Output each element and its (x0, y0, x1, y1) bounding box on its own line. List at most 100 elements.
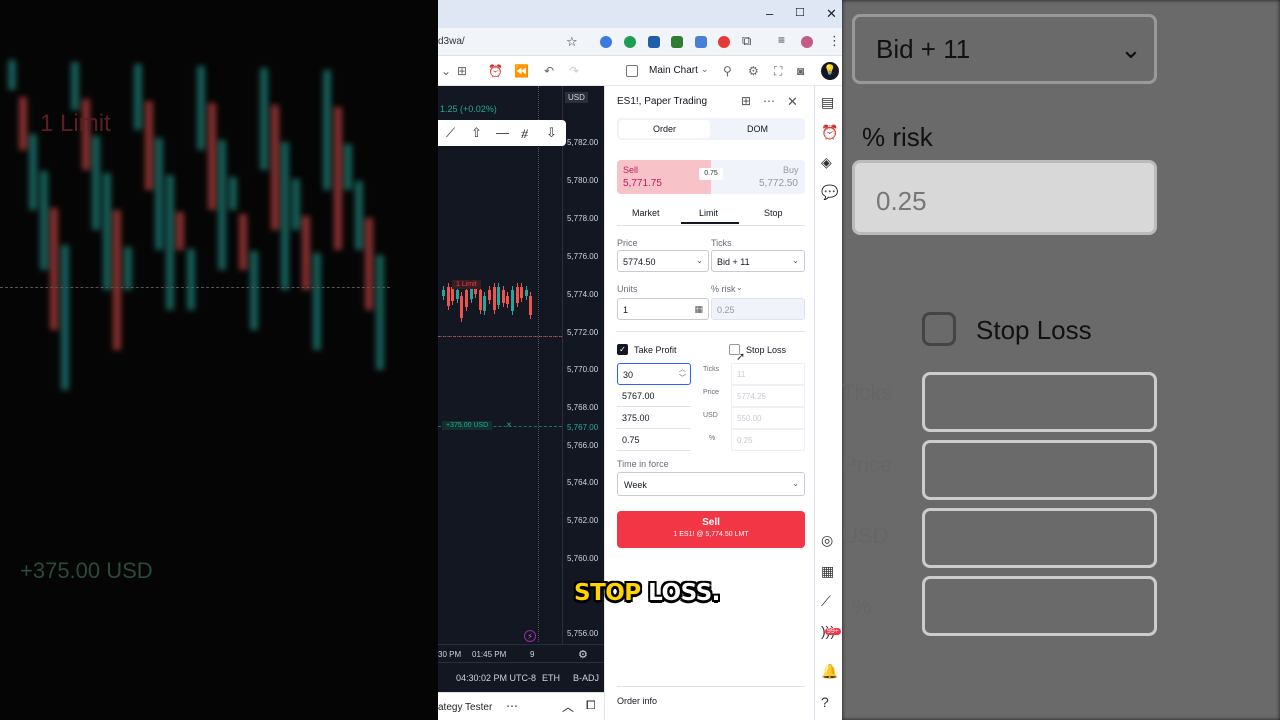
sl-usd-input[interactable]: 550.00 (731, 407, 805, 429)
risk-chevron-icon[interactable]: ⌄ (736, 283, 743, 292)
extensions-puzzle-icon[interactable]: ⧉ (742, 33, 751, 49)
close-window-button[interactable]: ✕ (826, 6, 837, 22)
price-input[interactable]: 5774.50 ⌄ (617, 250, 709, 272)
alert-icon[interactable]: ⏰ (488, 64, 503, 78)
search-icon[interactable]: ⚲ (723, 64, 732, 78)
profile-avatar[interactable] (801, 36, 813, 48)
sl-pct-input[interactable]: 0.25 (731, 429, 805, 451)
risk-input[interactable]: 0.25 (711, 298, 805, 320)
session-label[interactable]: ETH (542, 673, 560, 683)
price-tick-tp: 5,767.00 (567, 423, 599, 432)
calendar-icon[interactable]: ▦ (821, 563, 834, 580)
take-profit-tag[interactable]: +375.00 USD (442, 421, 493, 430)
publish-idea-icon[interactable]: 💡 (821, 62, 839, 80)
buy-label[interactable]: Buy (783, 165, 799, 175)
take-profit-checkbox[interactable]: ✓ (617, 344, 628, 355)
fib-icon[interactable]: ⧣ (521, 125, 528, 141)
candlestick (524, 290, 528, 296)
time-in-force-select[interactable]: Week ⌄ (617, 472, 805, 496)
more-options-icon[interactable]: ⋯ (763, 94, 775, 108)
stop-loss-label[interactable]: Stop Loss (746, 345, 786, 355)
tab-dom[interactable]: DOM (712, 120, 803, 138)
spread-value: 0.75 (699, 168, 723, 180)
place-sell-order-button[interactable]: Sell 1 ES1! @ 5,774.50 LMT (617, 511, 805, 548)
arrow-down-icon[interactable]: ⇩ (546, 125, 557, 141)
backdrop-candle (8, 60, 16, 90)
camera-icon[interactable]: ◙ (797, 64, 804, 78)
layout-icon[interactable]: ⊞ (741, 94, 751, 108)
trend-line-icon[interactable]: ⟋ (446, 125, 455, 141)
sell-label: Sell (623, 165, 639, 175)
undo-icon[interactable]: ↶ (544, 64, 554, 78)
layout-icon[interactable] (626, 65, 638, 77)
bell-icon[interactable]: 🔔 (821, 663, 838, 680)
tp-pct-input[interactable]: 0.75 (617, 429, 691, 451)
arrow-up-icon[interactable]: ⇧ (471, 125, 482, 141)
replay-icon[interactable]: ⏪ (514, 64, 529, 78)
strategy-tester-tab[interactable]: ategy Tester (438, 702, 492, 713)
time-axis[interactable]: 30 PM 01:45 PM 9 ⚙ (438, 644, 604, 662)
sl-pct-value: 0.25 (737, 436, 753, 445)
layers-icon[interactable]: ◈ (821, 154, 832, 171)
axis-settings-icon[interactable]: ⚙ (578, 648, 588, 661)
stepper-icon[interactable]: ︿ ﹀ (679, 365, 686, 383)
risk-label[interactable]: % risk (711, 284, 736, 294)
help-icon[interactable]: ? (821, 694, 829, 710)
target-icon[interactable]: ◎ (821, 532, 833, 549)
extension-icon-1[interactable] (600, 36, 612, 48)
price-tick: 5,772.00 (567, 328, 599, 337)
minimize-button[interactable]: – (766, 6, 773, 21)
order-info-header[interactable]: Order info (617, 696, 657, 706)
settings-gear-icon[interactable]: ⚙ (748, 64, 759, 78)
tp-price-input[interactable]: 5767.00 (617, 385, 691, 407)
extension-icon-6[interactable] (718, 36, 730, 48)
currency-label[interactable]: USD (565, 92, 588, 103)
tab-limit[interactable]: Limit (699, 208, 718, 218)
horizontal-line-icon[interactable]: — (496, 125, 509, 140)
candlestick (446, 287, 450, 306)
maximize-panel-icon[interactable]: ⧠ (586, 698, 596, 713)
more-icon[interactable]: ⋯ (506, 699, 518, 713)
alarm-clock-icon[interactable]: ⏰ (821, 124, 838, 141)
take-profit-label[interactable]: Take Profit (634, 345, 677, 355)
tab-order[interactable]: Order (619, 120, 710, 138)
extension-icon-5[interactable] (695, 36, 707, 48)
tab-stop[interactable]: Stop (764, 208, 783, 218)
chart-line-icon[interactable]: ⟋ (821, 593, 831, 610)
extension-icon-2[interactable] (624, 36, 636, 48)
take-profit-close-icon[interactable]: ✕ (506, 421, 512, 429)
extension-icon-4[interactable] (671, 36, 683, 48)
browser-menu-icon[interactable]: ⋮ (828, 33, 841, 49)
tab-market[interactable]: Market (632, 208, 660, 218)
extension-icon-3[interactable] (648, 36, 660, 48)
drawing-toolbar: ⟋ ⇧ — ⧣ ⇩ (438, 120, 566, 146)
tif-value: Week (624, 480, 647, 490)
clock-readout[interactable]: 04:30:02 PM UTC-8 (456, 673, 536, 683)
tp-usd-input[interactable]: 375.00 (617, 407, 691, 429)
fullscreen-icon[interactable]: ⛶ (774, 64, 782, 79)
price-axis[interactable]: USD 5,782.00 5,780.00 5,778.00 5,776.00 … (562, 86, 604, 662)
bookmark-star-icon[interactable]: ☆ (566, 34, 578, 50)
media-icon[interactable]: ≡ (778, 33, 785, 47)
price-chart[interactable]: 1.25 (+0.02%) 1 Limit +375.00 USD ✕ USD … (438, 86, 604, 662)
sl-ticks-input[interactable]: 11 (731, 363, 805, 385)
adjustment-label[interactable]: B-ADJ (573, 673, 599, 683)
layout-chevron-icon[interactable]: ⌄ (701, 64, 709, 75)
lightning-icon[interactable]: ⚡ (524, 630, 536, 642)
chevron-down-icon[interactable]: ⌄ (441, 64, 451, 78)
calculator-icon[interactable]: ▦ (694, 304, 703, 315)
sl-price-input[interactable]: 5774.25 (731, 385, 805, 407)
ticks-select[interactable]: Bid + 11 ⌄ (711, 250, 805, 272)
collapse-chevron-icon[interactable]: ︿ (562, 698, 574, 715)
maximize-button[interactable]: ☐ (795, 6, 805, 19)
redo-icon[interactable]: ↷ (569, 64, 579, 78)
address-bar[interactable]: d3wa/ ☆ ⧉ ≡ ⋮ (438, 28, 842, 56)
close-panel-icon[interactable]: ✕ (787, 94, 798, 110)
limit-order-tag[interactable]: 1 Limit (452, 280, 481, 289)
layout-grid-icon[interactable]: ⊞ (457, 64, 467, 78)
tp-ticks-input[interactable]: 30 ︿ ﹀ (617, 363, 691, 385)
chat-icon[interactable]: 💬 (821, 184, 838, 201)
units-input[interactable]: 1 ▦ (617, 298, 709, 320)
watchlist-icon[interactable]: ▤ (821, 94, 834, 111)
chart-layout-name[interactable]: Main Chart (649, 65, 698, 76)
